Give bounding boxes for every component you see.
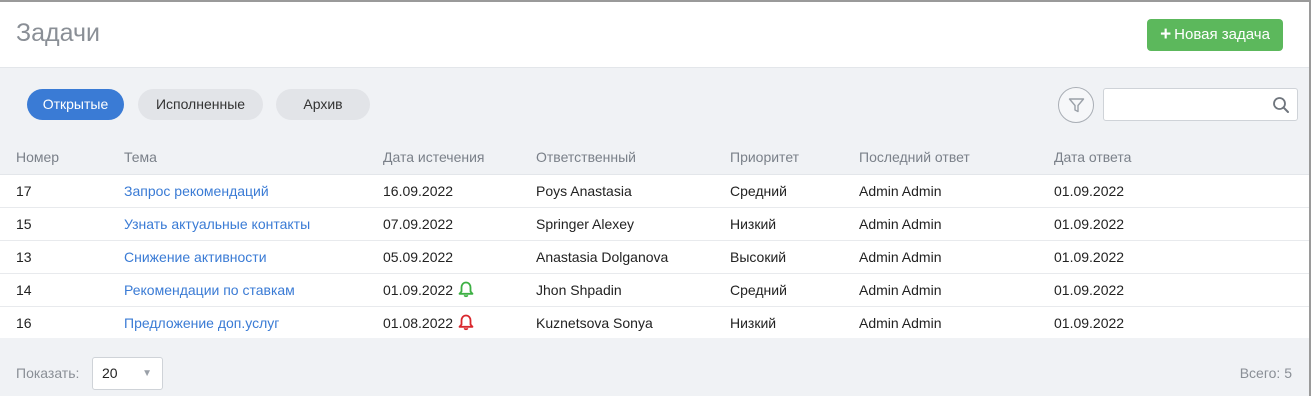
task-due-date: 05.09.2022 bbox=[383, 249, 454, 265]
task-responsible: Springer Alexey bbox=[536, 216, 635, 232]
task-due-date: 01.08.2022 bbox=[383, 307, 474, 340]
task-number: 14 bbox=[16, 282, 32, 298]
task-due-date: 16.09.2022 bbox=[383, 183, 454, 199]
bell-red-icon bbox=[458, 314, 474, 331]
page-title: Задачи bbox=[16, 19, 100, 47]
column-header-topic[interactable]: Тема bbox=[124, 140, 157, 175]
column-header-reply-date[interactable]: Дата ответа bbox=[1054, 140, 1131, 175]
table-header: Номер Тема Дата истечения Ответственный … bbox=[0, 140, 1309, 175]
search-input[interactable] bbox=[1110, 93, 1260, 117]
task-number: 17 bbox=[16, 183, 32, 199]
task-priority: Высокий bbox=[730, 249, 787, 265]
column-header-responsible[interactable]: Ответственный bbox=[536, 140, 636, 175]
table-row[interactable]: 17 Запрос рекомендаций 16.09.2022 Poys A… bbox=[0, 175, 1309, 208]
search-icon[interactable] bbox=[1272, 96, 1290, 114]
task-last-reply: Admin Admin bbox=[859, 183, 942, 199]
total-count: Всего: 5 bbox=[1240, 365, 1292, 381]
task-priority: Низкий bbox=[730, 315, 777, 331]
total-value: 5 bbox=[1284, 365, 1292, 381]
column-header-priority[interactable]: Приоритет bbox=[730, 140, 799, 175]
bell-green-icon bbox=[458, 281, 474, 298]
table-row[interactable]: 13 Снижение активности 05.09.2022 Anasta… bbox=[0, 241, 1309, 274]
tab-open[interactable]: Открытые bbox=[27, 89, 124, 120]
column-header-last-reply[interactable]: Последний ответ bbox=[859, 140, 970, 175]
task-number: 15 bbox=[16, 216, 32, 232]
task-priority: Низкий bbox=[730, 216, 777, 232]
new-task-button[interactable]: + Новая задача bbox=[1147, 19, 1283, 51]
task-responsible: Anastasia Dolganova bbox=[536, 249, 669, 265]
task-last-reply: Admin Admin bbox=[859, 282, 942, 298]
task-reply-date: 01.09.2022 bbox=[1054, 282, 1125, 298]
column-header-due-date[interactable]: Дата истечения bbox=[383, 140, 485, 175]
task-topic-link[interactable]: Запрос рекомендаций bbox=[124, 175, 269, 208]
task-number: 16 bbox=[16, 315, 32, 331]
task-last-reply: Admin Admin bbox=[859, 249, 942, 265]
task-responsible: Jhon Shpadin bbox=[536, 282, 622, 298]
task-topic-link[interactable]: Рекомендации по ставкам bbox=[124, 274, 295, 307]
plus-icon: + bbox=[1160, 24, 1172, 45]
app-frame: Задачи + Новая задача Открытые Исполненны… bbox=[0, 0, 1311, 396]
task-responsible: Kuznetsova Sonya bbox=[536, 315, 653, 331]
show-label: Показать: bbox=[16, 365, 80, 381]
chevron-down-icon: ▼ bbox=[142, 368, 152, 379]
total-label: Всего: bbox=[1239, 365, 1281, 381]
task-priority: Средний bbox=[730, 282, 787, 298]
task-last-reply: Admin Admin bbox=[859, 315, 942, 331]
table-row[interactable]: 14 Рекомендации по ставкам 01.09.2022 Jh… bbox=[0, 274, 1309, 307]
table-row[interactable]: 15 Узнать актуальные контакты 07.09.2022… bbox=[0, 208, 1309, 241]
new-task-label: Новая задача bbox=[1174, 26, 1270, 43]
page-header: Задачи + Новая задача bbox=[0, 2, 1309, 68]
per-page-value: 20 bbox=[102, 365, 118, 381]
task-topic-link[interactable]: Предложение доп.услуг bbox=[124, 307, 279, 340]
tab-archive[interactable]: Архив bbox=[276, 89, 370, 120]
tab-completed[interactable]: Исполненные bbox=[138, 89, 263, 120]
table-row[interactable]: 16 Предложение доп.услуг 01.08.2022 Kuzn… bbox=[0, 307, 1309, 340]
filter-icon bbox=[1068, 98, 1085, 113]
task-due-date: 07.09.2022 bbox=[383, 216, 454, 232]
per-page-select[interactable]: 20 ▼ bbox=[92, 357, 163, 390]
task-number: 13 bbox=[16, 249, 32, 265]
task-topic-link[interactable]: Снижение активности bbox=[124, 241, 267, 274]
toolbar: Открытые Исполненные Архив bbox=[0, 68, 1309, 140]
task-responsible: Poys Anastasia bbox=[536, 183, 632, 199]
pagination-footer: Показать: 20 ▼ Всего: 5 bbox=[0, 338, 1309, 396]
filter-button[interactable] bbox=[1058, 87, 1094, 123]
task-reply-date: 01.09.2022 bbox=[1054, 216, 1125, 232]
task-topic-link[interactable]: Узнать актуальные контакты bbox=[124, 208, 310, 241]
task-reply-date: 01.09.2022 bbox=[1054, 249, 1125, 265]
task-reply-date: 01.09.2022 bbox=[1054, 183, 1125, 199]
tasks-table: Номер Тема Дата истечения Ответственный … bbox=[0, 140, 1309, 340]
task-last-reply: Admin Admin bbox=[859, 216, 942, 232]
task-reply-date: 01.09.2022 bbox=[1054, 315, 1125, 331]
task-priority: Средний bbox=[730, 183, 787, 199]
column-header-number[interactable]: Номер bbox=[16, 140, 59, 175]
search-field[interactable] bbox=[1103, 88, 1298, 121]
task-due-date: 01.09.2022 bbox=[383, 274, 474, 307]
